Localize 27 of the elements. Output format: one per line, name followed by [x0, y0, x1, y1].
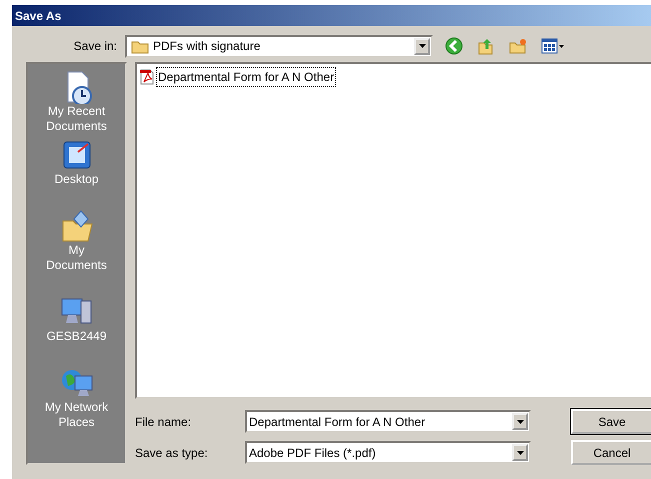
file-name-field[interactable]: Departmental Form for A N Other — [245, 410, 531, 433]
folder-icon — [131, 38, 149, 54]
places-bar-item[interactable]: My Network Places — [36, 366, 116, 430]
places-bar-item[interactable]: GESB2449 — [44, 295, 109, 344]
cancel-button[interactable]: Cancel — [571, 440, 651, 465]
caret-icon — [418, 44, 426, 48]
places-bar-item[interactable]: My Recent Documents — [36, 70, 116, 134]
save-as-type-label: Save as type: — [135, 444, 209, 462]
file-name-label: File name: — [135, 414, 192, 430]
places-bar-item[interactable]: Desktop — [52, 138, 101, 187]
file-list[interactable]: Departmental Form for A N Other — [135, 62, 651, 399]
file-type-dropdown[interactable]: Adobe PDF Files (*.pdf) — [245, 441, 531, 464]
back-icon[interactable] — [445, 37, 463, 55]
save-button[interactable]: Save — [571, 409, 651, 434]
save-in-dropdown[interactable]: PDFs with signature — [125, 34, 433, 58]
dropdown-button[interactable] — [512, 413, 528, 430]
places-bar-item[interactable]: My Documents — [36, 209, 116, 273]
views-icon[interactable] — [541, 37, 565, 55]
dropdown-button[interactable] — [414, 38, 430, 54]
pdf-file-icon — [139, 69, 155, 85]
file-item[interactable]: Departmental Form for A N Other — [156, 67, 336, 87]
caret-icon — [516, 420, 524, 424]
dropdown-button[interactable] — [512, 444, 528, 461]
my-documents-icon — [60, 209, 94, 243]
caret-icon — [516, 450, 524, 454]
save-in-label: Save in: — [72, 38, 118, 55]
window-title: Save As — [12, 5, 651, 26]
